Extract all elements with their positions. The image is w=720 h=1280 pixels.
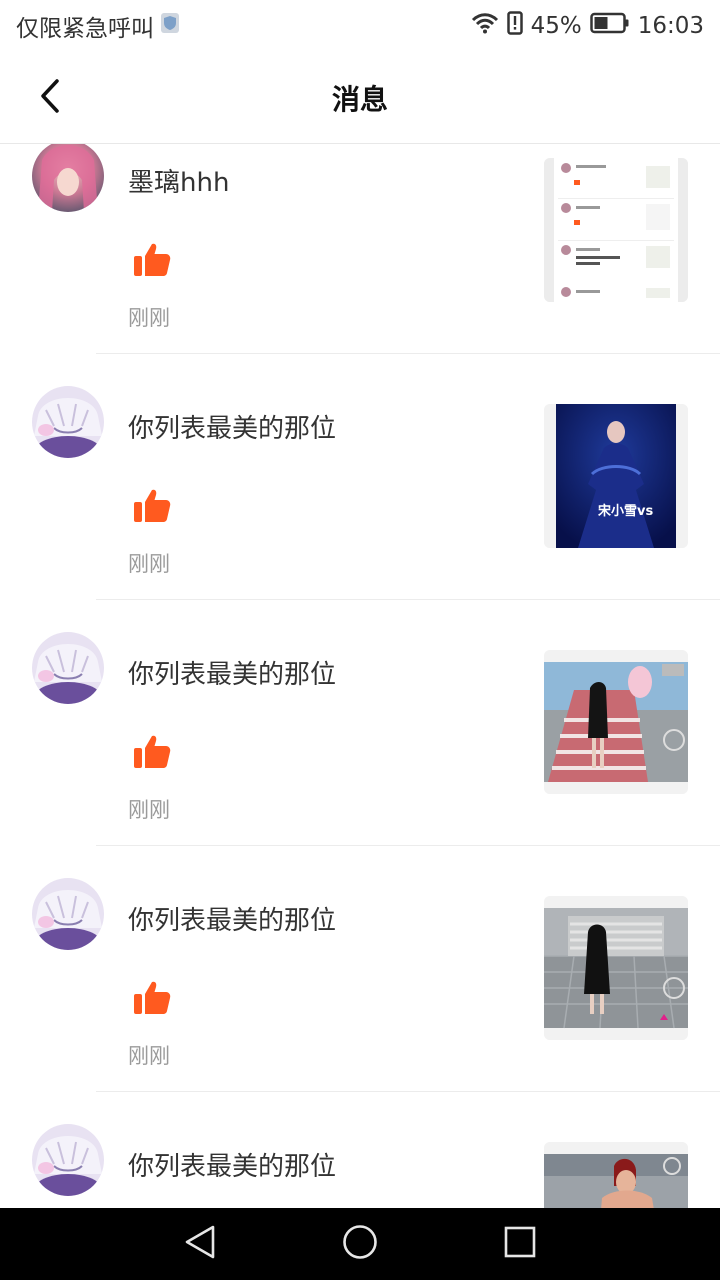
nav-home-icon bbox=[341, 1223, 379, 1265]
nav-back-icon bbox=[183, 1224, 217, 1264]
message-time: 刚刚 bbox=[128, 798, 170, 822]
system-nav-bar bbox=[0, 1208, 720, 1280]
avatar[interactable] bbox=[32, 144, 104, 212]
nav-home-button[interactable] bbox=[336, 1220, 384, 1268]
sender-name[interactable]: 你列表最美的那位 bbox=[128, 1146, 336, 1183]
status-bar: 仅限紧急呼叫 45% 16:03 bbox=[0, 0, 720, 52]
message-item[interactable]: 墨璃hhh 刚刚 bbox=[0, 144, 720, 354]
message-item[interactable]: 你列表最美的那位 bbox=[0, 1092, 720, 1208]
thumbnail-overlay-text: 宋小雪vs bbox=[598, 504, 654, 519]
nav-recents-icon bbox=[503, 1225, 537, 1263]
post-thumbnail[interactable]: 宋小雪vs bbox=[544, 404, 688, 548]
post-thumbnail[interactable] bbox=[544, 158, 688, 302]
clock: 16:03 bbox=[637, 13, 704, 39]
carrier-text: 仅限紧急呼叫 bbox=[16, 16, 154, 42]
avatar[interactable] bbox=[32, 386, 104, 458]
shield-icon bbox=[160, 12, 180, 40]
message-list[interactable]: 墨璃hhh 刚刚 你列表最美的那位 刚刚 宋小雪vs 你列表最美的那位 刚刚 你… bbox=[0, 144, 720, 1208]
message-time: 刚刚 bbox=[128, 306, 170, 330]
avatar[interactable] bbox=[32, 1124, 104, 1196]
app-header: 消息 bbox=[0, 52, 720, 144]
message-time: 刚刚 bbox=[128, 1044, 170, 1068]
thumbs-up-icon bbox=[132, 732, 172, 772]
message-item[interactable]: 你列表最美的那位 刚刚 宋小雪vs bbox=[0, 354, 720, 600]
message-time: 刚刚 bbox=[128, 552, 170, 576]
thumbs-up-icon bbox=[132, 978, 172, 1018]
page-title: 消息 bbox=[331, 83, 388, 116]
post-thumbnail[interactable] bbox=[544, 1142, 688, 1208]
thumbs-up-icon bbox=[132, 486, 172, 526]
sender-name[interactable]: 你列表最美的那位 bbox=[128, 408, 336, 445]
sender-name[interactable]: 你列表最美的那位 bbox=[128, 654, 336, 691]
message-item[interactable]: 你列表最美的那位 刚刚 bbox=[0, 600, 720, 846]
status-right: 45% 16:03 bbox=[471, 11, 704, 41]
avatar[interactable] bbox=[32, 632, 104, 704]
alert-icon bbox=[506, 11, 523, 41]
wifi-icon bbox=[471, 12, 499, 40]
battery-percent: 45% bbox=[530, 13, 582, 39]
sender-name[interactable]: 你列表最美的那位 bbox=[128, 900, 336, 937]
battery-icon bbox=[589, 12, 630, 40]
post-thumbnail[interactable] bbox=[544, 896, 688, 1040]
post-thumbnail[interactable] bbox=[544, 650, 688, 794]
sender-name[interactable]: 墨璃hhh bbox=[128, 162, 229, 199]
avatar[interactable] bbox=[32, 878, 104, 950]
thumbs-up-icon bbox=[132, 240, 172, 280]
status-left: 仅限紧急呼叫 bbox=[16, 9, 180, 43]
message-item[interactable]: 你列表最美的那位 刚刚 bbox=[0, 846, 720, 1092]
nav-back-button[interactable] bbox=[176, 1220, 224, 1268]
nav-recents-button[interactable] bbox=[496, 1220, 544, 1268]
